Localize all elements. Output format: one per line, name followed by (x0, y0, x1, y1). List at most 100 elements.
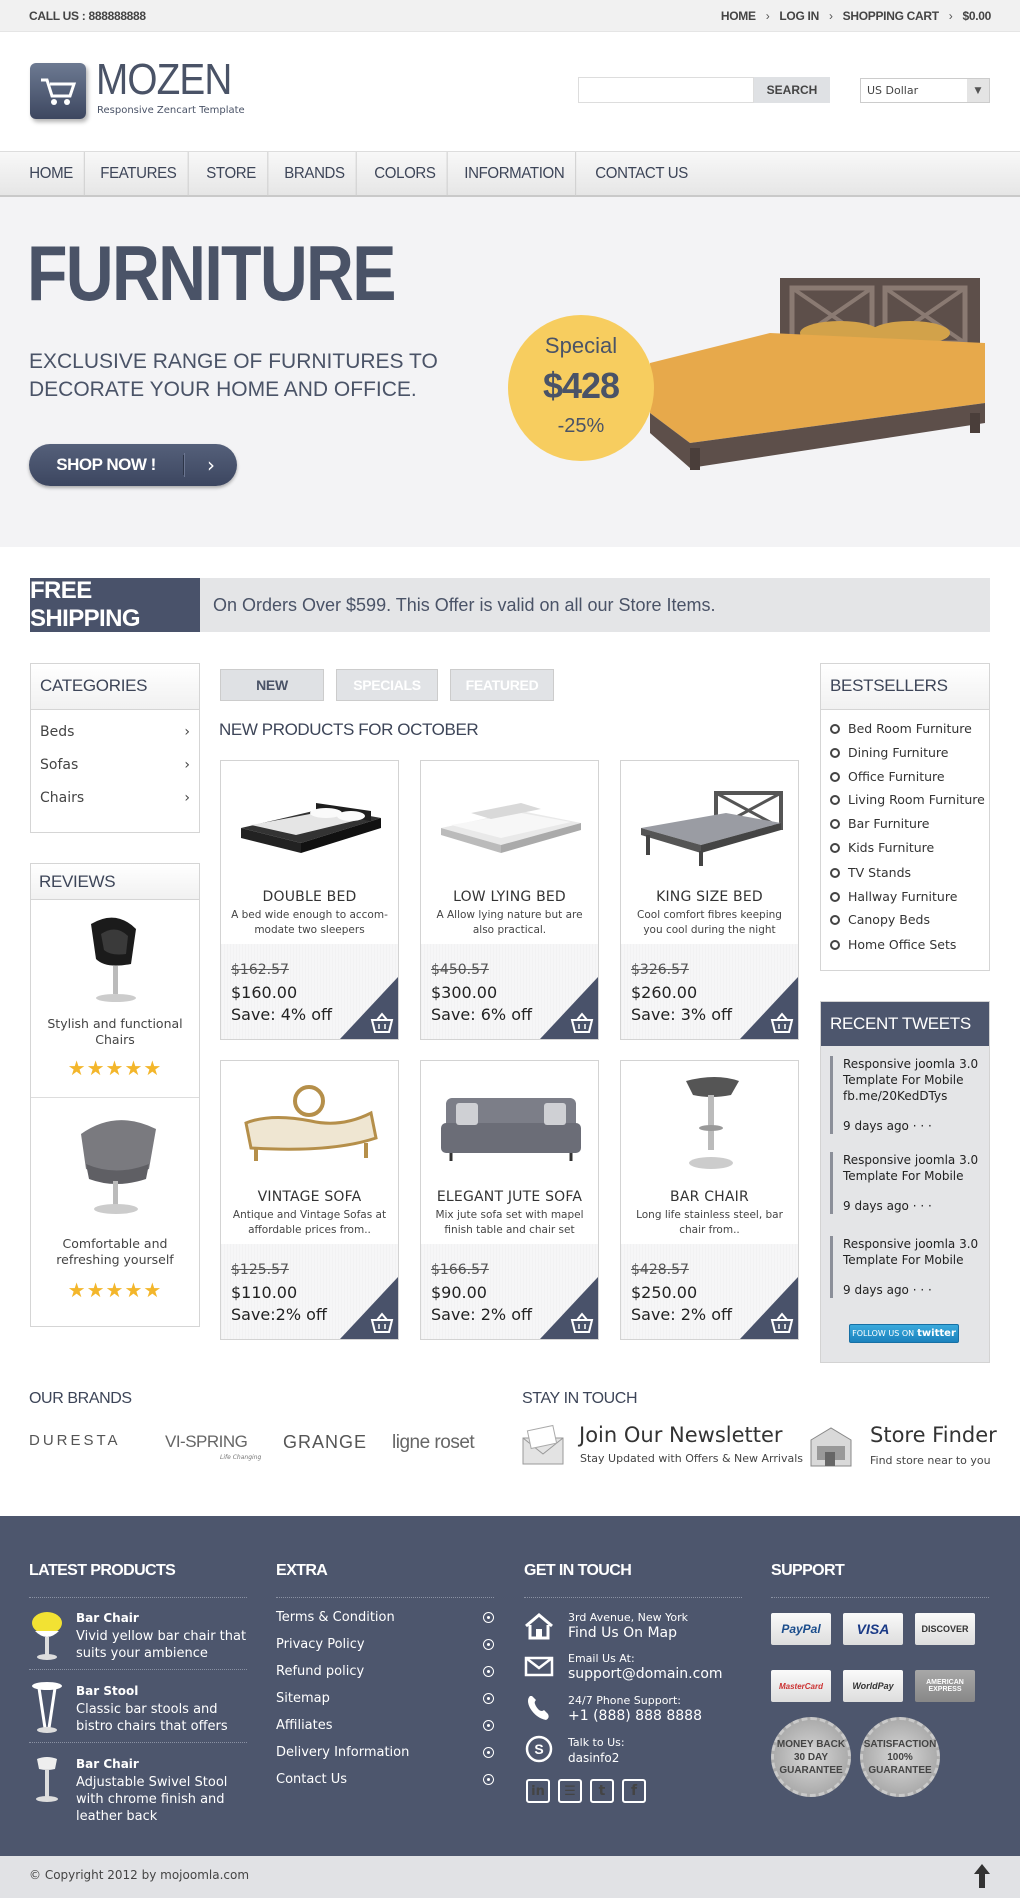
chair-image[interactable] (76, 914, 156, 1006)
nav-information[interactable]: INFORMATION (453, 152, 577, 196)
search-input[interactable] (578, 77, 754, 103)
bestseller-item[interactable]: Office Furniture (830, 769, 945, 784)
newsletter-subtitle: Stay Updated with Offers & New Arrivals (580, 1452, 803, 1465)
tab-new[interactable]: NEW (220, 669, 324, 701)
bestseller-item[interactable]: Hallway Furniture (830, 889, 957, 904)
bestseller-item[interactable]: Home Office Sets (830, 937, 956, 952)
product-card[interactable]: KING SIZE BED Cool comfort fibres keepin… (620, 760, 799, 1040)
product-card[interactable]: LOW LYING BED A Allow lying nature but a… (420, 760, 599, 1040)
product-card[interactable]: DOUBLE BED A bed wide enough to accom-mo… (220, 760, 399, 1040)
footer-link[interactable]: Terms & Condition (276, 1610, 494, 1625)
latest-product-item[interactable]: Bar Chair Adjustable Swivel Stool with ch… (76, 1756, 251, 1825)
bestseller-item[interactable]: Bar Furniture (830, 816, 929, 831)
tweet-item[interactable]: Responsive joomla 3.0 Template For Mobil… (830, 1056, 983, 1134)
cart-total[interactable]: $0.00 (962, 9, 991, 23)
review-name[interactable]: Stylish and functional Chairs (31, 1016, 199, 1048)
brand-duresta[interactable]: DURESTA (29, 1432, 121, 1449)
bestseller-item[interactable]: TV Stands (830, 865, 911, 880)
latest-product-item[interactable]: Bar Stool Classic bar stools and bistro c… (76, 1683, 251, 1735)
product-card[interactable]: VINTAGE SOFA Antique and Vintage Sofas a… (220, 1060, 399, 1340)
basket-icon[interactable] (570, 1012, 594, 1034)
new-price: $90.00 (431, 1283, 487, 1302)
tweet-item[interactable]: Responsive joomla 3.0 Template For Mobil… (830, 1236, 983, 1298)
search-button[interactable]: SEARCH (754, 77, 830, 103)
arrow-up-icon[interactable] (972, 1862, 992, 1890)
product-name[interactable]: DOUBLE BED (221, 889, 398, 905)
nav-store[interactable]: STORE (195, 152, 269, 196)
phone-item[interactable]: 24/7 Phone Support: +1 (888) 888 8888 (568, 1694, 702, 1723)
follow-twitter-button[interactable]: FOLLOW US ON twitter (849, 1324, 959, 1343)
facebook-icon[interactable]: f (622, 1779, 646, 1803)
latest-product-name: Bar Chair (76, 1611, 139, 1625)
newsletter-title[interactable]: Join Our Newsletter (579, 1423, 783, 1447)
category-beds[interactable]: Beds › (40, 724, 190, 740)
tab-specials[interactable]: SPECIALS (336, 669, 438, 701)
brand-vispring[interactable]: VI-SPRING (165, 1432, 248, 1452)
shop-now-button[interactable]: SHOP NOW ! › (29, 444, 237, 486)
reviews-title: REVIEWS (31, 864, 199, 900)
nav-home[interactable]: HOME (18, 152, 86, 196)
product-name[interactable]: ELEGANT JUTE SOFA (421, 1189, 598, 1205)
bestseller-item[interactable]: Dining Furniture (830, 745, 948, 760)
yellow-chair-image[interactable] (29, 1609, 65, 1661)
nav-features[interactable]: FEATURES (89, 152, 190, 196)
brand-ligne-roset[interactable]: ligne roset (392, 1432, 475, 1454)
latest-product-item[interactable]: Bar Chair Vivid yellow bar chair that sui… (76, 1610, 251, 1662)
product-card[interactable]: BAR CHAIR Long life stainless steel, bar… (620, 1060, 799, 1340)
top-link-home[interactable]: HOME (721, 9, 756, 23)
skype-item[interactable]: Talk to Us: dasinfo2 (568, 1736, 625, 1765)
tab-featured[interactable]: FEATURED (450, 669, 554, 701)
review-name[interactable]: Comfortable and refreshing yourself (31, 1236, 199, 1268)
top-link-cart[interactable]: SHOPPING CART (843, 9, 939, 23)
old-price: $326.57 (631, 962, 689, 978)
circle-dot-icon (483, 1720, 494, 1731)
tweet-item[interactable]: Responsive joomla 3.0 Template For Mobil… (830, 1152, 983, 1214)
tumblr-icon[interactable]: t (590, 1779, 614, 1803)
store-icon[interactable] (807, 1422, 855, 1472)
basket-icon[interactable] (770, 1012, 794, 1034)
bar-stool-image[interactable] (29, 1680, 65, 1736)
category-sofas[interactable]: Sofas › (40, 757, 190, 773)
product-card[interactable]: ELEGANT JUTE SOFA Mix jute sofa set with… (420, 1060, 599, 1340)
store-finder-title[interactable]: Store Finder (870, 1423, 997, 1447)
top-link-login[interactable]: LOG IN (779, 9, 819, 23)
bestseller-item[interactable]: Kids Furniture (830, 840, 934, 855)
bestseller-item[interactable]: Canopy Beds (830, 912, 930, 927)
brand-grange[interactable]: GRANGE (283, 1432, 367, 1453)
currency-select[interactable]: US Dollar ▼ (860, 78, 990, 103)
special-price-badge[interactable]: Special $428 -25% (508, 315, 654, 461)
category-chairs[interactable]: Chairs › (40, 790, 190, 806)
top-links: HOME › LOG IN › SHOPPING CART › $0.00 (721, 9, 991, 23)
nav-brands[interactable]: BRANDS (273, 152, 358, 196)
linkedin-icon[interactable]: in (526, 1779, 550, 1803)
footer-link[interactable]: Privacy Policy (276, 1637, 494, 1652)
product-name[interactable]: BAR CHAIR (621, 1189, 798, 1205)
nav-colors[interactable]: COLORS (363, 152, 448, 196)
address-item[interactable]: 3rd Avenue, New York Find Us On Map (568, 1611, 688, 1640)
footer-link[interactable]: Sitemap (276, 1691, 494, 1706)
armchair-image[interactable] (71, 1109, 161, 1219)
footer-link[interactable]: Contact Us (276, 1772, 494, 1787)
basket-icon[interactable] (570, 1312, 594, 1334)
bestseller-item[interactable]: Living Room Furniture (830, 792, 985, 807)
logo-cart-icon[interactable] (30, 63, 86, 119)
logo-name[interactable]: MOZEN (96, 55, 232, 105)
footer-link[interactable]: Affiliates (276, 1718, 494, 1733)
bestseller-item[interactable]: Bed Room Furniture (830, 721, 972, 736)
circle-icon (830, 939, 840, 950)
basket-icon[interactable] (370, 1312, 394, 1334)
envelope-icon[interactable] (521, 1424, 567, 1468)
email-item[interactable]: Email Us At: support@domain.com (568, 1652, 723, 1681)
save-text: Save: 6% off (431, 1005, 533, 1024)
basket-icon[interactable] (770, 1312, 794, 1334)
footer-link[interactable]: Delivery Information (276, 1745, 494, 1760)
swivel-stool-image[interactable] (29, 1755, 65, 1807)
product-name[interactable]: LOW LYING BED (421, 889, 598, 905)
footer-link[interactable]: Refund policy (276, 1664, 494, 1679)
bestseller-label: Living Room Furniture (848, 792, 985, 807)
product-name[interactable]: KING SIZE BED (621, 889, 798, 905)
basket-icon[interactable] (370, 1012, 394, 1034)
nav-contact[interactable]: CONTACT US (584, 152, 699, 196)
product-name[interactable]: VINTAGE SOFA (221, 1189, 398, 1205)
rss-icon[interactable]: ☰ (558, 1779, 582, 1803)
